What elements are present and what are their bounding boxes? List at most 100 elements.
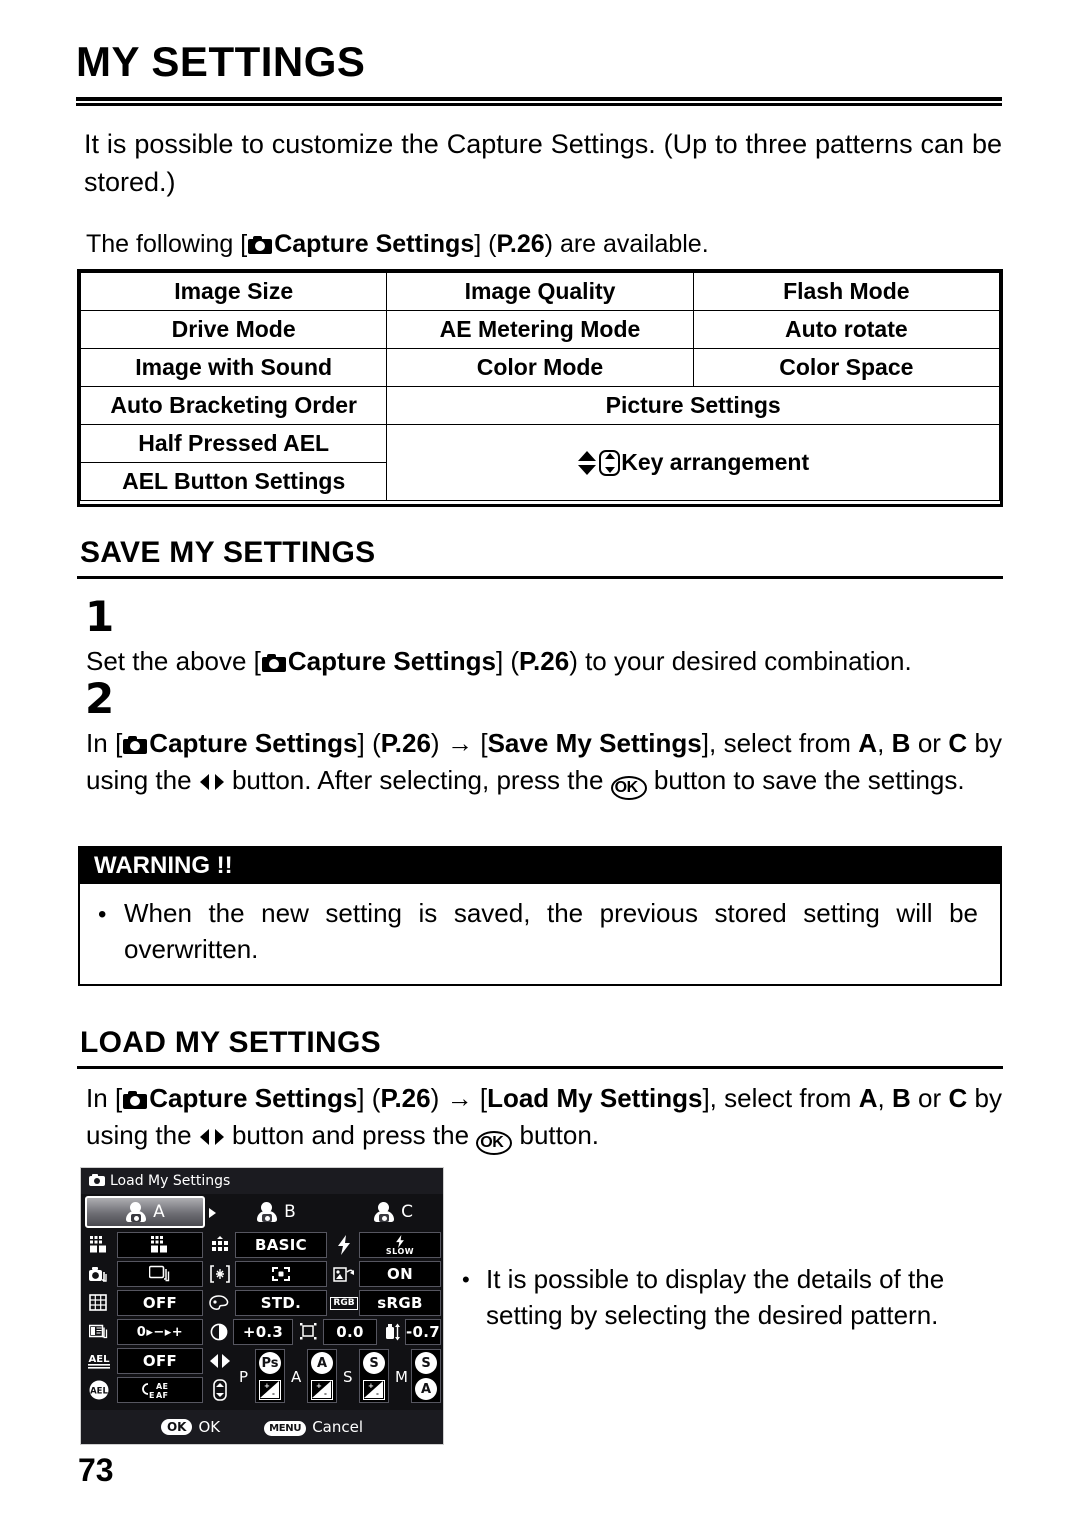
half-circle-icon (210, 1323, 228, 1341)
step-2-text: In [Capture Settings] (P.26) → [Save My … (86, 725, 1002, 800)
step2-part-i: button to save the settings. (646, 764, 965, 795)
lcd-ok-label: OK (198, 1418, 221, 1436)
step1-capture-settings: Capture Settings (287, 646, 496, 676)
load-capture-settings: Capture Settings (149, 1083, 358, 1113)
step1-page-ref: P.26 (519, 646, 570, 676)
ok-button-pill: OK (160, 1419, 193, 1435)
lcd-cancel-label: Cancel (312, 1418, 364, 1436)
density-bottle-icon (386, 1323, 400, 1341)
left-right-button-icon (199, 772, 225, 792)
load-comma: , (877, 1083, 892, 1113)
side-note: • It is possible to display the details … (462, 1262, 1002, 1334)
color-space-icon: RGB (330, 1290, 358, 1316)
step2-part-a: In [ (86, 728, 123, 758)
ae-metering-value[interactable] (235, 1261, 327, 1287)
flash-slow-label: SLOW (385, 1246, 415, 1256)
mode-pair-s[interactable]: S + - (359, 1349, 389, 1403)
left-right-button-icon (199, 1127, 225, 1147)
load-part-h: button and press the (224, 1119, 477, 1150)
load-instruction-text: In [Capture Settings] (P.26) → [Load My … (86, 1080, 1002, 1155)
table-cell-ae-metering-mode: AE Metering Mode (386, 310, 694, 349)
lcd-tab-c[interactable]: C (343, 1196, 443, 1228)
lcd-settings-grid: BASIC SLOW ON OFF STD. RGB sRGB 0▸−▸+ +0… (83, 1232, 443, 1404)
step-2-number: 2 (85, 674, 115, 723)
auto-bracketing-value[interactable]: 0▸−▸+ (117, 1319, 203, 1345)
page-reference: P.26 (496, 230, 545, 258)
flash-mode-value[interactable]: SLOW (359, 1232, 441, 1258)
table-cell-color-mode: Color Mode (386, 348, 694, 387)
sharpness-icon (297, 1319, 321, 1345)
mode-s-top-icon: S (363, 1352, 385, 1374)
continuous-shooting-icon (149, 1265, 170, 1282)
drive-mode-icon (85, 1261, 113, 1287)
section-heading-save: SAVE MY SETTINGS (80, 536, 376, 569)
step1-part-c: ] ( (495, 646, 520, 676)
lcd-tab-c-label: C (401, 1202, 413, 1222)
camera-icon (123, 1091, 148, 1109)
lcd-tab-a[interactable]: A (85, 1196, 205, 1228)
capture-settings-table: Image Size Image Quality Flash Mode Driv… (79, 272, 1001, 501)
mode-letter-s: S (343, 1368, 353, 1386)
lcd-row-4: 0▸−▸+ +0.3 0.0 -0.7 (83, 1319, 443, 1347)
following-line: The following [Capture Settings] (P.26) … (86, 228, 1002, 261)
warning-box: WARNING !! • When the new setting is sav… (78, 846, 1002, 986)
lcd-row-2: ON (83, 1261, 443, 1289)
table-cell-image-quality: Image Quality (386, 272, 694, 311)
title-divider (76, 97, 1002, 106)
color-space-value[interactable]: sRGB (359, 1290, 441, 1316)
svg-text:+: + (264, 1382, 270, 1390)
lcd-tab-row: A B C (81, 1195, 443, 1230)
mode-letter-a: A (291, 1368, 302, 1386)
mode-a-top-icon: A (311, 1352, 333, 1374)
lcd-ok-action[interactable]: OK OK (160, 1418, 221, 1436)
lcd-cancel-action[interactable]: MENU Cancel (264, 1418, 363, 1436)
auto-rotate-value[interactable]: ON (359, 1261, 441, 1287)
menu-button-pill: MENU (264, 1421, 307, 1436)
color-mode-icon (207, 1290, 233, 1316)
exposure-comp-icon: + - (259, 1380, 281, 1400)
color-density-value[interactable]: -0.7 (405, 1319, 441, 1345)
load-or: or (910, 1083, 949, 1113)
image-quality-value[interactable]: BASIC (235, 1232, 327, 1258)
image-with-sound-icon (85, 1290, 113, 1316)
image-with-sound-value[interactable]: OFF (117, 1290, 203, 1316)
mode-pair-a[interactable]: A + - (307, 1349, 337, 1403)
page-number: 73 (78, 1452, 114, 1488)
step-1-text: Set the above [Capture Settings] (P.26) … (86, 643, 1004, 680)
exposure-comp-icon: + - (311, 1380, 333, 1400)
step-1-number: 1 (85, 592, 115, 641)
color-mode-value[interactable]: STD. (235, 1290, 327, 1316)
drive-mode-value[interactable] (117, 1261, 203, 1287)
arrow-right-icon: → (446, 1083, 473, 1113)
sharpness-value[interactable]: 0.0 (323, 1319, 377, 1345)
auto-rotate-icon (331, 1261, 357, 1287)
table-cell-image-with-sound: Image with Sound (79, 348, 388, 387)
table-cell-drive-mode: Drive Mode (79, 310, 388, 349)
svg-text:-: - (324, 1390, 327, 1398)
step2-option-b: B (891, 728, 911, 758)
step2-part-f: ], select from (701, 728, 859, 758)
mode-pair-m[interactable]: S A (411, 1349, 441, 1403)
contrast-value[interactable]: +0.3 (233, 1319, 293, 1345)
metering-bracket-icon (210, 1265, 230, 1283)
load-part-c: ] ( (357, 1083, 381, 1113)
load-option-c: C (948, 1083, 968, 1113)
section-divider-load (77, 1066, 1003, 1069)
load-part-i: button. (512, 1119, 599, 1150)
table-cell-key-arrangement: Key arrangement (386, 424, 1000, 501)
camera-icon (248, 236, 273, 254)
step2-part-d: ) (430, 728, 447, 758)
manual-page: MY SETTINGS It is possible to customize … (0, 0, 1080, 1528)
table-cell-auto-bracketing-order: Auto Bracketing Order (79, 386, 388, 425)
step2-capture-settings: Capture Settings (149, 728, 358, 758)
lcd-tab-b[interactable]: B (221, 1196, 331, 1228)
warning-text: When the new setting is saved, the previ… (124, 898, 978, 964)
step2-option-a: A (858, 728, 878, 758)
load-part-e: [ (472, 1083, 488, 1113)
image-size-value[interactable] (117, 1232, 203, 1258)
contrast-icon (207, 1319, 231, 1345)
mode-letter-m: M (395, 1368, 408, 1386)
grid-blocks-icon (90, 1236, 106, 1253)
mode-pair-p[interactable]: Ps + - (255, 1349, 285, 1403)
mode-p-top-icon: Ps (259, 1352, 281, 1374)
